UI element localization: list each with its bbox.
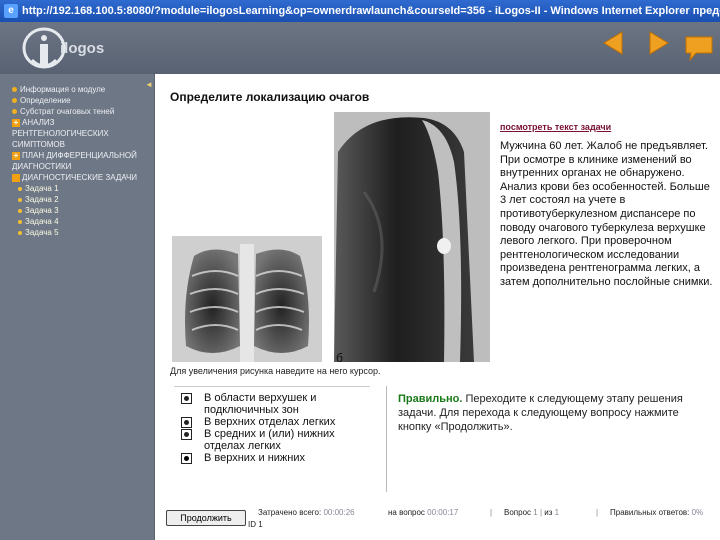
separator: |: [539, 508, 543, 517]
sidebar-item-substrate[interactable]: Субстрат очаговых теней: [12, 106, 150, 117]
spent-total-value: 00:00:26: [323, 508, 355, 517]
bullet-icon: [18, 186, 22, 191]
correct-label: Правильных ответов:: [610, 508, 690, 517]
sidebar-item-label: Субстрат очаговых теней: [20, 107, 115, 116]
page-title: Определите локализацию очагов: [170, 90, 370, 104]
sidebar-collapse-icon[interactable]: ◄: [145, 80, 153, 89]
sidebar: Информация о модуле Определение Субстрат…: [0, 74, 155, 540]
sidebar-subitems: Задача 1 Задача 2 Задача 3 Задача 4 Зада…: [12, 183, 150, 238]
of-value: 1: [554, 508, 560, 517]
correct-value: 0%: [691, 508, 704, 517]
next-arrow-icon[interactable]: [646, 30, 672, 56]
sidebar-item-label: Информация о модуле: [20, 85, 106, 94]
answer-label: В средних и (или) нижних отделах легких: [204, 428, 335, 452]
logo-text: ilogos: [60, 40, 105, 57]
message-icon[interactable]: [684, 34, 714, 62]
bullet-icon: [12, 98, 17, 104]
sidebar-subitem-task-5[interactable]: Задача 5: [18, 227, 150, 238]
bullet-icon: [12, 87, 17, 93]
view-task-text-link[interactable]: посмотреть текст задачи: [500, 122, 611, 132]
separator: |: [596, 508, 599, 517]
sidebar-subitem-label: Задача 1: [25, 184, 59, 193]
sidebar-subitem-label: Задача 5: [25, 228, 59, 237]
window-titlebar: e http://192.168.100.5:8080/?module=ilogo…: [0, 0, 720, 22]
answer-feedback: Правильно. Переходите к следующему этапу…: [398, 392, 710, 434]
per-question: на вопрос 00:00:17: [388, 506, 458, 520]
window-title: http://192.168.100.5:8080/?module=ilogos…: [22, 5, 720, 17]
divider: [174, 386, 370, 387]
radio-button[interactable]: [181, 417, 192, 428]
app-header: ilogos: [0, 22, 720, 74]
sidebar-subitem-task-4[interactable]: Задача 4: [18, 216, 150, 227]
spent-total: Затрачено всего: 00:00:26: [258, 506, 355, 520]
sidebar-item-diff-diagnosis[interactable]: + ПЛАН ДИФФЕРЕНЦИАЛЬНОЙ ДИАГНОСТИКИ: [12, 150, 150, 172]
answer-label: В верхних и нижних: [204, 452, 305, 464]
expand-plus-icon[interactable]: +: [12, 151, 20, 160]
continue-button[interactable]: Продолжить: [166, 510, 246, 526]
case-description: Мужчина 60 лет. Жалоб не предъявляет. Пр…: [500, 140, 713, 288]
per-question-label: на вопрос: [388, 508, 425, 517]
radio-button[interactable]: [181, 429, 192, 440]
correct-answers: Правильных ответов: 0%: [610, 506, 703, 520]
sidebar-item-definition[interactable]: Определение: [12, 95, 150, 106]
bullet-icon: [12, 109, 17, 115]
sidebar-item-label: Определение: [20, 96, 71, 105]
feedback-correct: Правильно.: [398, 393, 463, 405]
sidebar-item-xray-analysis[interactable]: + АНАЛИЗ РЕНТГЕНОЛОГИЧЕСКИХ СИМПТОМОВ: [12, 117, 150, 150]
spent-total-label: Затрачено всего:: [258, 508, 322, 517]
answer-option-2[interactable]: В верхних отделах легких: [178, 416, 374, 428]
per-question-value: 00:00:17: [427, 508, 459, 517]
id-value: 1: [258, 520, 263, 529]
sidebar-item-label: ДИАГНОСТИЧЕСКИЕ ЗАДАЧИ: [22, 173, 138, 182]
sidebar-subitem-label: Задача 4: [25, 217, 59, 226]
image-label-b: б: [336, 351, 343, 365]
sidebar-subitem-label: Задача 2: [25, 195, 59, 204]
sidebar-subitem-task-1[interactable]: Задача 1: [18, 183, 150, 194]
sidebar-subitem-task-2[interactable]: Задача 2: [18, 194, 150, 205]
question-counter: Вопрос 1 | из 1: [504, 506, 559, 520]
vertical-divider: [386, 386, 387, 492]
bullet-icon: [18, 219, 22, 224]
radio-button[interactable]: [181, 453, 192, 464]
answer-label: В верхних отделах легких: [204, 416, 336, 428]
bullet-icon: [18, 230, 22, 235]
bullet-icon: [18, 197, 22, 202]
prev-arrow-icon[interactable]: [600, 30, 626, 56]
question-value: 1: [533, 508, 538, 517]
answer-options: В области верхушек и подключичных зон В …: [178, 392, 374, 464]
id-label: ID: [248, 520, 256, 529]
sidebar-subitem-label: Задача 3: [25, 206, 59, 215]
separator: |: [490, 508, 493, 517]
zoom-hint: Для увеличения рисунка наведите на него …: [170, 366, 381, 376]
radio-button[interactable]: [181, 393, 192, 404]
bullet-icon: [18, 208, 22, 213]
sidebar-item-label: АНАЛИЗ РЕНТГЕНОЛОГИЧЕСКИХ СИМПТОМОВ: [12, 118, 109, 149]
question-label: Вопрос: [504, 508, 532, 517]
browser-icon: e: [4, 4, 18, 18]
task-id: ID 1: [248, 520, 263, 529]
collapse-square-icon[interactable]: [12, 173, 20, 182]
main-content: Определите локализацию очагов б Для увел…: [156, 74, 720, 540]
sidebar-item-diagnostic-tasks[interactable]: ДИАГНОСТИЧЕСКИЕ ЗАДАЧИ: [12, 172, 150, 183]
chest-xray-image[interactable]: [172, 236, 322, 362]
answer-option-4[interactable]: В верхних и нижних: [178, 452, 374, 464]
answer-option-3[interactable]: В средних и (или) нижних отделах легких: [178, 428, 374, 452]
answer-option-1[interactable]: В области верхушек и подключичных зон: [178, 392, 374, 416]
expand-plus-icon[interactable]: +: [12, 118, 20, 127]
answer-label: В области верхушек и подключичных зон: [204, 392, 317, 416]
sidebar-item-module-info[interactable]: Информация о модуле: [12, 84, 150, 95]
sidebar-subitem-task-3[interactable]: Задача 3: [18, 205, 150, 216]
of-label: из: [544, 508, 553, 517]
tomogram-xray-image[interactable]: [334, 112, 490, 362]
sidebar-item-label: ПЛАН ДИФФЕРЕНЦИАЛЬНОЙ ДИАГНОСТИКИ: [12, 151, 137, 171]
